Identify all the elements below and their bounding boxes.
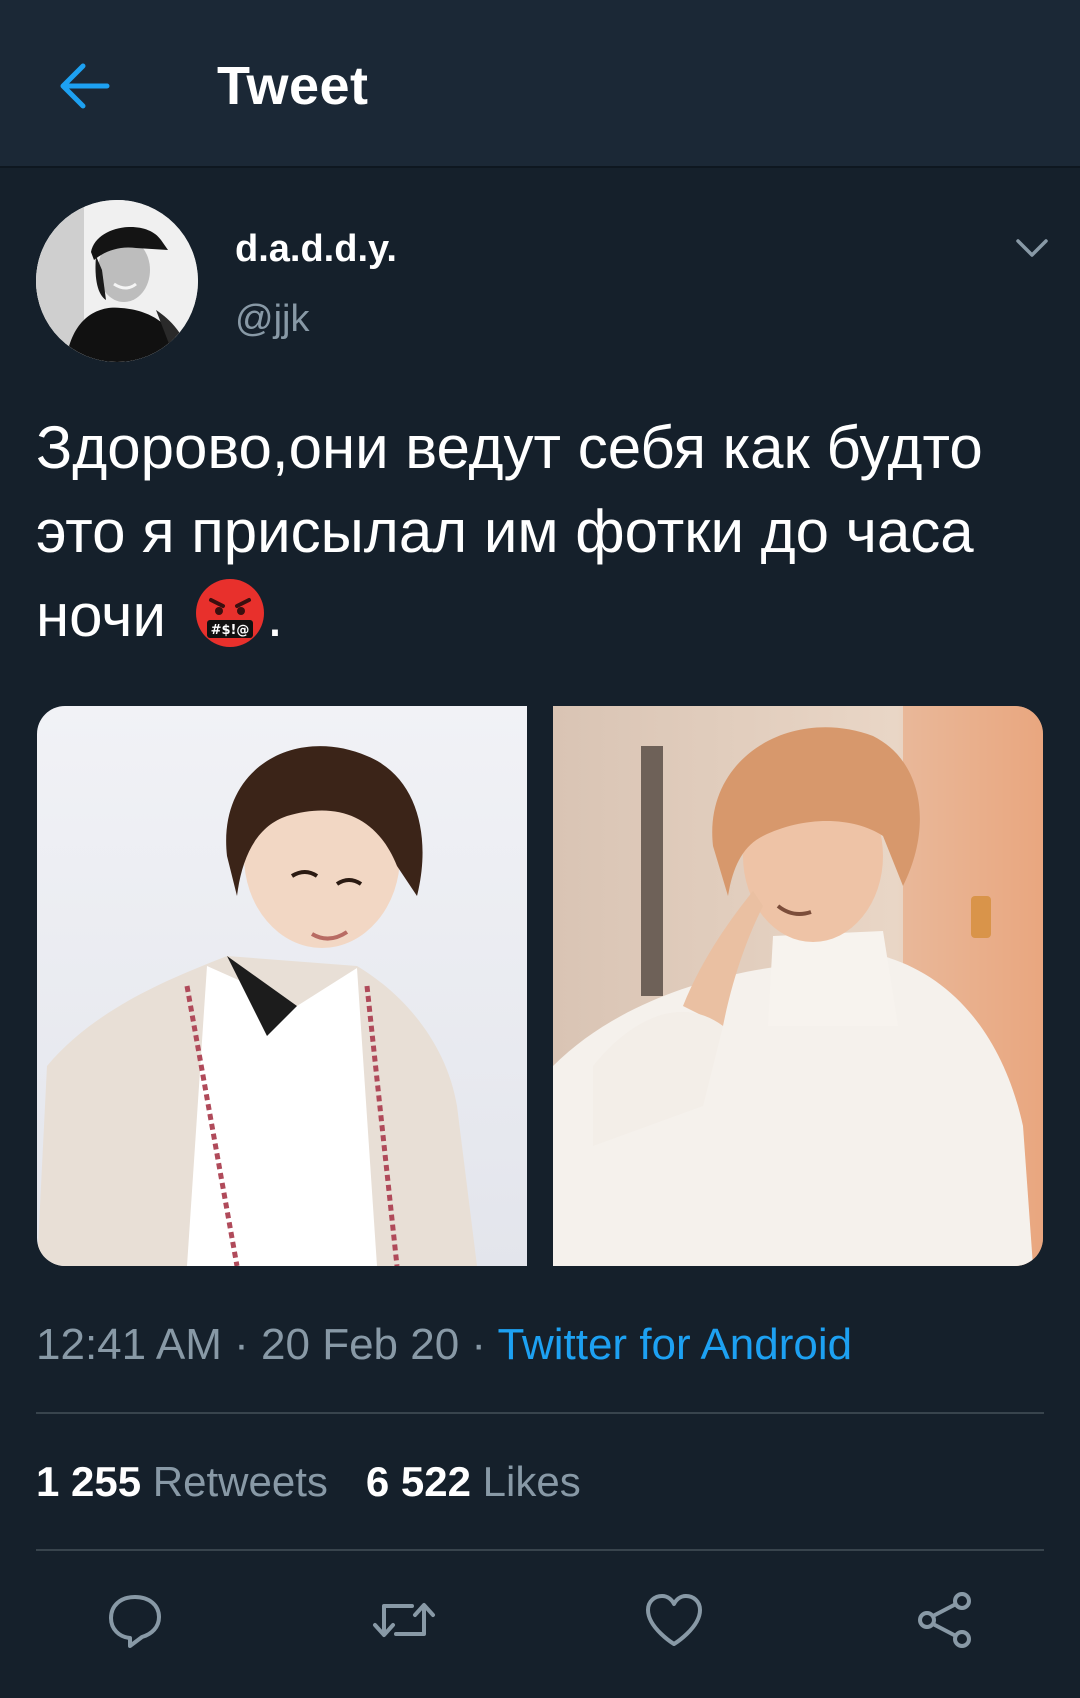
top-app-bar: Tweet <box>0 0 1080 168</box>
tweet-photo-2[interactable] <box>553 706 1043 1266</box>
face-with-symbols-icon: #$!@ <box>193 576 267 650</box>
like-button[interactable] <box>642 1588 706 1652</box>
more-options-button[interactable] <box>1012 228 1052 268</box>
avatar[interactable] <box>36 200 198 362</box>
retweet-button[interactable] <box>372 1588 436 1652</box>
reply-button[interactable] <box>103 1588 167 1652</box>
tweet-time: 12:41 AM <box>36 1320 222 1369</box>
divider <box>36 1412 1044 1414</box>
tweet-photo-1[interactable] <box>37 706 527 1266</box>
reply-icon <box>109 1595 161 1648</box>
svg-text:#$!@: #$!@ <box>210 623 249 638</box>
tweet-date: 20 Feb 20 <box>261 1320 460 1369</box>
user-handle[interactable]: @jjk <box>235 296 309 342</box>
arrow-left-icon <box>60 63 110 109</box>
share-button[interactable] <box>913 1588 977 1652</box>
tweet-body: Здорово,они ведут себя как будто это я п… <box>36 414 983 649</box>
meta-separator: · <box>234 1320 249 1369</box>
tweet-text: Здорово,они ведут себя как будто это я п… <box>36 406 1046 658</box>
display-name[interactable]: d.a.d.d.y. <box>235 226 397 272</box>
retweets-count[interactable]: 1 255 <box>36 1458 141 1505</box>
likes-label[interactable]: Likes <box>483 1458 581 1505</box>
tweet-text-suffix: . <box>266 582 284 649</box>
like-icon <box>646 1594 702 1646</box>
meta-separator: · <box>471 1320 487 1369</box>
chevron-down-icon <box>1016 239 1048 257</box>
tweet-client-link[interactable]: Twitter for Android <box>498 1320 853 1369</box>
tweet-meta: 12:41 AM · 20 Feb 20 · Twitter for Andro… <box>36 1318 852 1372</box>
share-icon <box>918 1592 971 1648</box>
retweet-icon <box>373 1603 435 1637</box>
divider <box>36 1549 1044 1551</box>
page-title: Tweet <box>217 56 369 116</box>
retweets-label[interactable]: Retweets <box>153 1458 328 1505</box>
tweet-stats: 1 255 Retweets 6 522 Likes <box>36 1455 581 1509</box>
back-button[interactable] <box>52 54 116 118</box>
likes-count[interactable]: 6 522 <box>366 1458 471 1505</box>
